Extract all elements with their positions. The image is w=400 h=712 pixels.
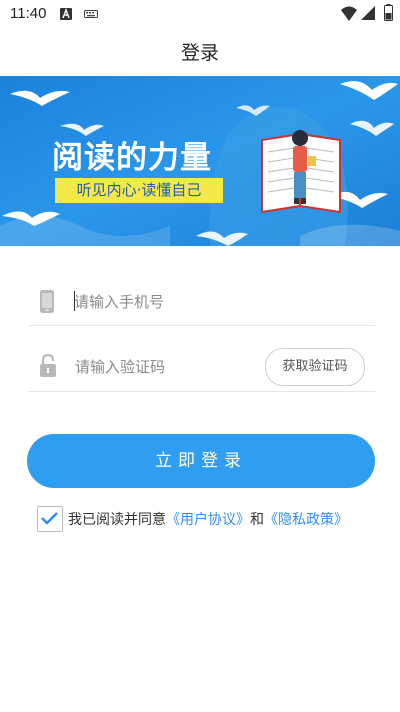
- agreement-checkbox[interactable]: [37, 506, 63, 532]
- lock-icon: [40, 354, 56, 377]
- battery-icon: [384, 4, 393, 21]
- status-time: 11:40: [10, 5, 47, 22]
- login-button[interactable]: 立即登录: [27, 434, 375, 488]
- phone-input[interactable]: [74, 289, 354, 315]
- get-code-button[interactable]: 获取验证码: [265, 348, 365, 386]
- agreement-prefix: 我已阅读并同意: [68, 512, 166, 528]
- agreement-text: 我已阅读并同意《用户协议》和《隐私政策》: [68, 509, 348, 529]
- banner-title: 阅读的力量: [52, 140, 212, 176]
- user-agreement-link[interactable]: 《用户协议》: [166, 512, 250, 528]
- banner: 阅读的力量 听见内心·读懂自己: [0, 76, 400, 246]
- page-title: 登录: [180, 42, 219, 64]
- phone-icon: [40, 290, 54, 313]
- phone-divider: [28, 325, 375, 326]
- font-a-icon: [60, 8, 72, 20]
- code-divider: [28, 391, 375, 392]
- agreement-conjunction: 和: [250, 512, 264, 528]
- keyboard-icon: [84, 10, 98, 18]
- status-bar: 11:40: [0, 0, 400, 28]
- checkmark-icon: [41, 512, 58, 525]
- privacy-policy-link[interactable]: 《隐私政策》: [264, 512, 348, 528]
- wifi-icon: [341, 6, 357, 21]
- verification-code-input[interactable]: [75, 354, 245, 380]
- banner-slogan: 听见内心·读懂自己: [55, 178, 223, 203]
- signal-icon: [361, 6, 375, 20]
- text-caret: [74, 291, 75, 311]
